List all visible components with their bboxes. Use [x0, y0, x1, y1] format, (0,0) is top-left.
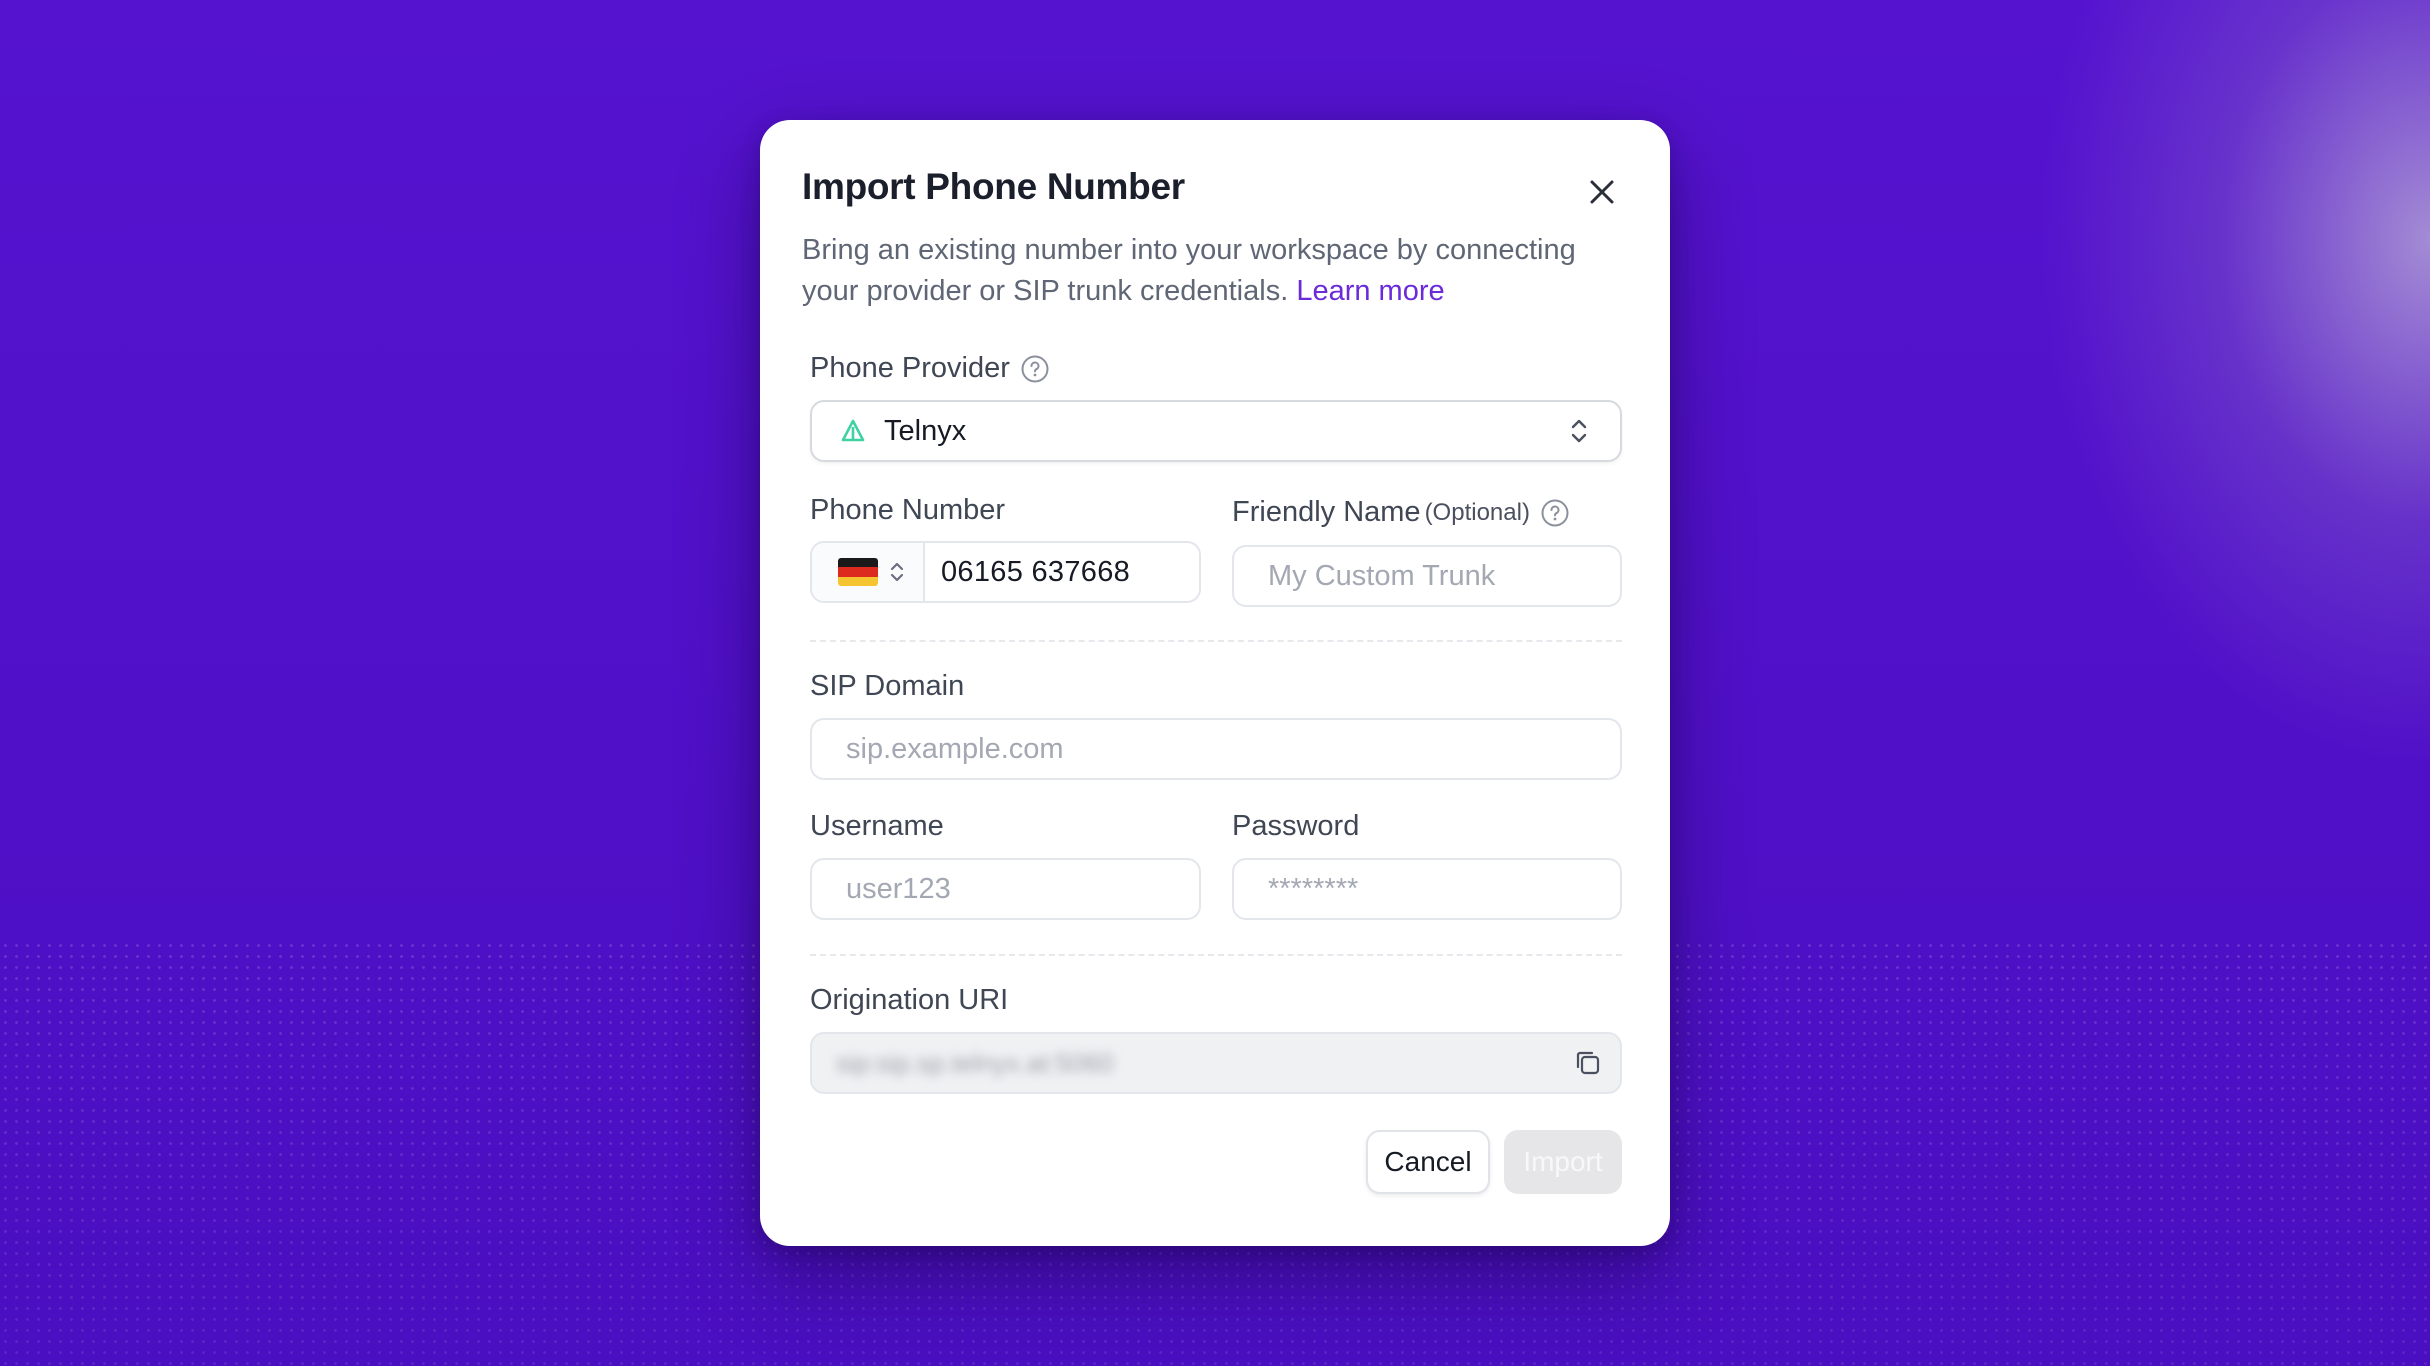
password-placeholder: ********	[1268, 872, 1359, 905]
germany-flag-icon	[838, 558, 878, 586]
password-input[interactable]: ********	[1232, 858, 1622, 920]
chevron-up-down-icon	[1566, 416, 1592, 446]
optional-tag: (Optional)	[1424, 498, 1530, 526]
friendly-name-input[interactable]: My Custom Trunk	[1232, 545, 1622, 607]
friendly-name-label: Friendly Name (Optional)	[1232, 496, 1570, 529]
phone-provider-label: Phone Provider	[810, 352, 1050, 385]
origination-uri-label: Origination URI	[810, 984, 1008, 1017]
phone-provider-select[interactable]: Telnyx	[810, 400, 1622, 462]
phone-provider-value: Telnyx	[884, 414, 967, 447]
friendly-name-placeholder: My Custom Trunk	[1268, 559, 1496, 592]
username-input[interactable]: user123	[810, 858, 1201, 920]
friendly-name-label-text: Friendly Name	[1232, 496, 1421, 528]
section-divider	[810, 954, 1622, 956]
sip-domain-input[interactable]: sip.example.com	[810, 718, 1622, 780]
dialog-title: Import Phone Number	[802, 166, 1185, 207]
origination-uri-label-text: Origination URI	[810, 984, 1009, 1016]
sip-domain-placeholder: sip.example.com	[846, 732, 1064, 765]
username-label: Username	[810, 810, 944, 843]
sip-domain-label-text: SIP Domain	[810, 670, 965, 702]
password-label: Password	[1232, 810, 1359, 843]
cancel-button[interactable]: Cancel	[1366, 1130, 1490, 1194]
phone-number-input[interactable]: 06165 637668	[925, 556, 1130, 589]
country-code-select[interactable]	[812, 543, 925, 601]
phone-number-label: Phone Number	[810, 494, 1005, 527]
phone-number-field: 06165 637668	[810, 541, 1201, 603]
username-label-text: Username	[810, 810, 944, 842]
copy-icon[interactable]	[1572, 1047, 1604, 1079]
section-divider	[810, 640, 1622, 642]
sip-domain-label: SIP Domain	[810, 670, 964, 703]
username-placeholder: user123	[846, 872, 951, 905]
import-button[interactable]: Import	[1504, 1130, 1622, 1194]
origination-uri-value: sip:sip.sp.telnyx.at:5060	[836, 1047, 1114, 1078]
import-phone-number-dialog: Import Phone Number Bring an existing nu…	[760, 120, 1670, 1246]
learn-more-link[interactable]: Learn more	[1296, 275, 1444, 307]
help-icon[interactable]	[1540, 498, 1570, 528]
phone-provider-label-text: Phone Provider	[810, 352, 1010, 384]
help-icon[interactable]	[1020, 354, 1050, 384]
telnyx-logo-icon	[840, 418, 866, 444]
origination-uri-field: sip:sip.sp.telnyx.at:5060	[810, 1032, 1622, 1094]
dialog-description: Bring an existing number into your works…	[802, 230, 1632, 312]
password-label-text: Password	[1232, 810, 1360, 842]
description-text: Bring an existing number into your works…	[802, 234, 1576, 307]
close-button[interactable]	[1580, 170, 1624, 214]
phone-number-label-text: Phone Number	[810, 494, 1006, 526]
chevron-up-down-icon	[890, 562, 904, 582]
close-icon	[1590, 180, 1614, 204]
